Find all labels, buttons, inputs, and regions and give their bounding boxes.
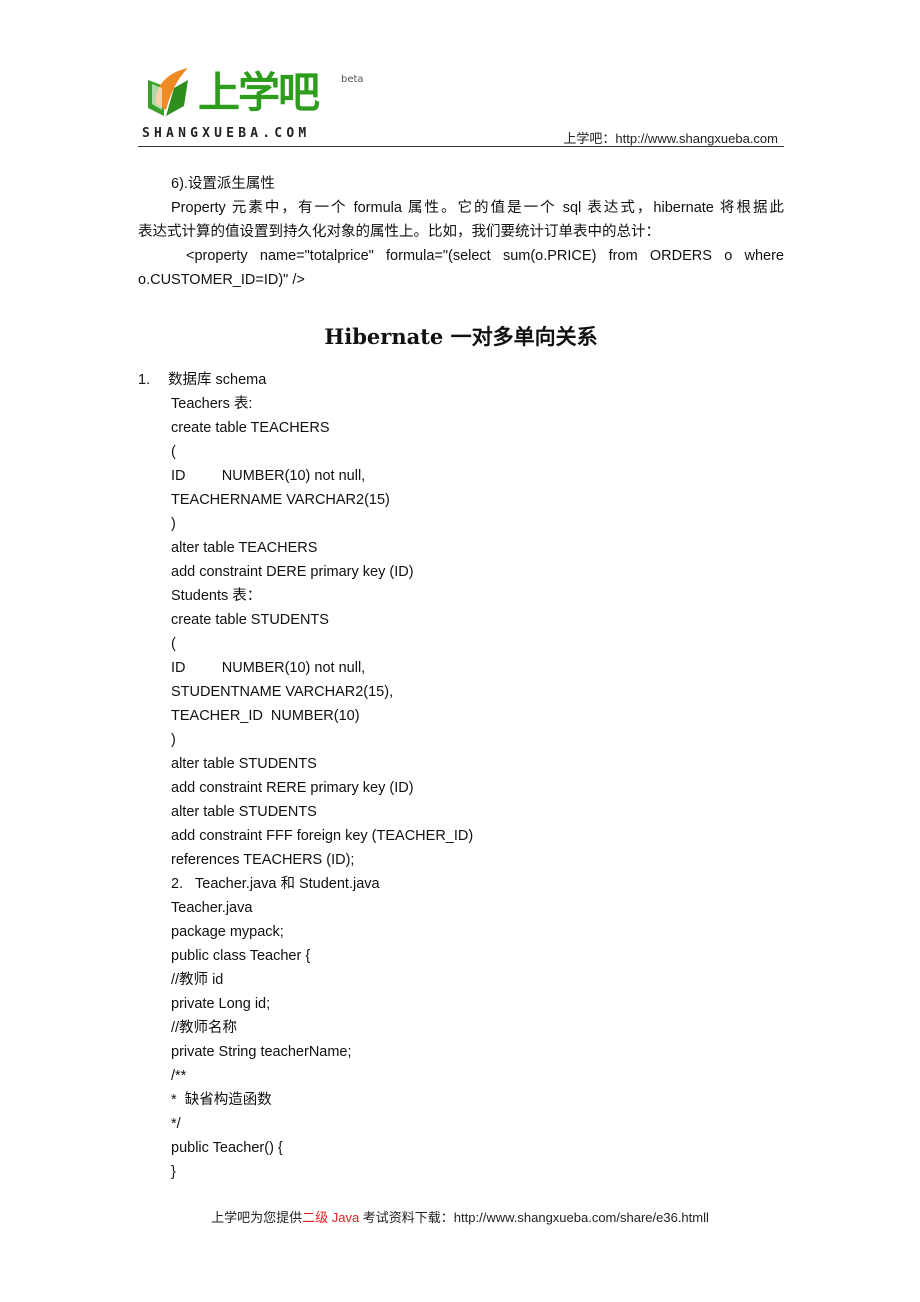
header-divider [138, 146, 784, 147]
code-line: //教师名称 [171, 1020, 238, 1036]
code-line: private Long id; [171, 996, 271, 1012]
code-line: add constraint DERE primary key (ID) [171, 564, 414, 580]
leaf-book-icon [148, 68, 188, 116]
code-line: ) [171, 516, 176, 532]
section-heading: 6).设置派生属性 [171, 176, 275, 192]
code-line: TEACHERNAME VARCHAR2(15) [171, 492, 390, 508]
code-line: public class Teacher { [171, 948, 311, 964]
document-body: 6).设置派生属性 Property 元素中，有一个 formula 属性。它的… [138, 172, 784, 1184]
code-line: ( [171, 444, 176, 460]
code-line: /** [171, 1068, 187, 1084]
code-line: Teachers 表: [171, 396, 253, 412]
list-label: 数据库 schema [168, 372, 267, 388]
document-title: Hibernate 一对多单向关系 [324, 324, 598, 349]
code-block: Teachers 表: create table TEACHERS ( ID NUMB… [138, 392, 784, 872]
code-line: Teacher.java [171, 900, 253, 916]
code-line: alter table TEACHERS [171, 540, 318, 556]
code-line: create table TEACHERS [171, 420, 330, 436]
footer-prefix: 上学吧为您提供 [211, 1210, 303, 1225]
code-line: Students 表： [171, 588, 262, 604]
code-line: ) [171, 732, 176, 748]
footer-highlight: 二级 Java [302, 1210, 360, 1225]
code-line: <property name="totalprice" formula="(se… [186, 248, 784, 264]
code-line: private String teacherName; [171, 1044, 352, 1060]
code-line: ID NUMBER(10) not null, [171, 660, 366, 676]
code-line: */ [171, 1116, 181, 1132]
footer-link[interactable]: 考试资料下载：http://www.shangxueba.com/share/e… [359, 1210, 709, 1225]
code-line: add constraint RERE primary key (ID) [171, 780, 414, 796]
code-line: public Teacher() { [171, 1140, 283, 1156]
logo-chinese-text: 上学吧 [198, 68, 320, 117]
logo-beta-label: beta [341, 74, 364, 85]
code-line: } [171, 1164, 176, 1180]
page-footer: 上学吧为您提供二级 Java 考试资料下载：http://www.shangxu… [0, 1207, 920, 1226]
code-line: alter table STUDENTS [171, 756, 317, 772]
paragraph-line: Property 元素中，有一个 formula 属性。它的值是一个 sql 表… [171, 200, 784, 216]
list-item: 2. Teacher.java 和 Student.java Teacher.ja… [138, 872, 784, 1184]
code-line: package mypack; [171, 924, 284, 940]
code-line: ( [171, 636, 176, 652]
list-number: 2. [171, 876, 184, 892]
paragraph-line: 表达式计算的值设置到持久化对象的属性上。比如，我们要统计订单表中的总计： [138, 224, 660, 240]
site-logo[interactable]: 上学吧 beta SHANGXUEBA.COM [138, 62, 368, 144]
header-site-link[interactable]: 上学吧：http://www.shangxueba.com [563, 128, 778, 147]
list-number: 1. [138, 372, 151, 388]
code-block: Teacher.java package mypack; public class … [138, 896, 784, 1184]
code-line: create table STUDENTS [171, 612, 329, 628]
code-line: TEACHER_ID NUMBER(10) [171, 708, 360, 724]
code-line: * 缺省构造函数 [171, 1092, 272, 1108]
logo-english-text: SHANGXUEBA.COM [142, 126, 311, 141]
list-label: Teacher.java 和 Student.java [195, 876, 380, 892]
code-line: o.CUSTOMER_ID=ID)" /> [138, 272, 305, 288]
code-line: references TEACHERS (ID); [171, 852, 355, 868]
code-line: ID NUMBER(10) not null, [171, 468, 366, 484]
code-line: STUDENTNAME VARCHAR2(15), [171, 684, 394, 700]
code-line: //教师 id [171, 972, 224, 988]
code-line: alter table STUDENTS [171, 804, 317, 820]
code-line: add constraint FFF foreign key (TEACHER_… [171, 828, 474, 844]
list-item: 1. 数据库 schema Teachers 表: create table TEA… [138, 368, 784, 872]
page-header: 上学吧 beta SHANGXUEBA.COM 上学吧：http://www.s… [138, 62, 784, 148]
